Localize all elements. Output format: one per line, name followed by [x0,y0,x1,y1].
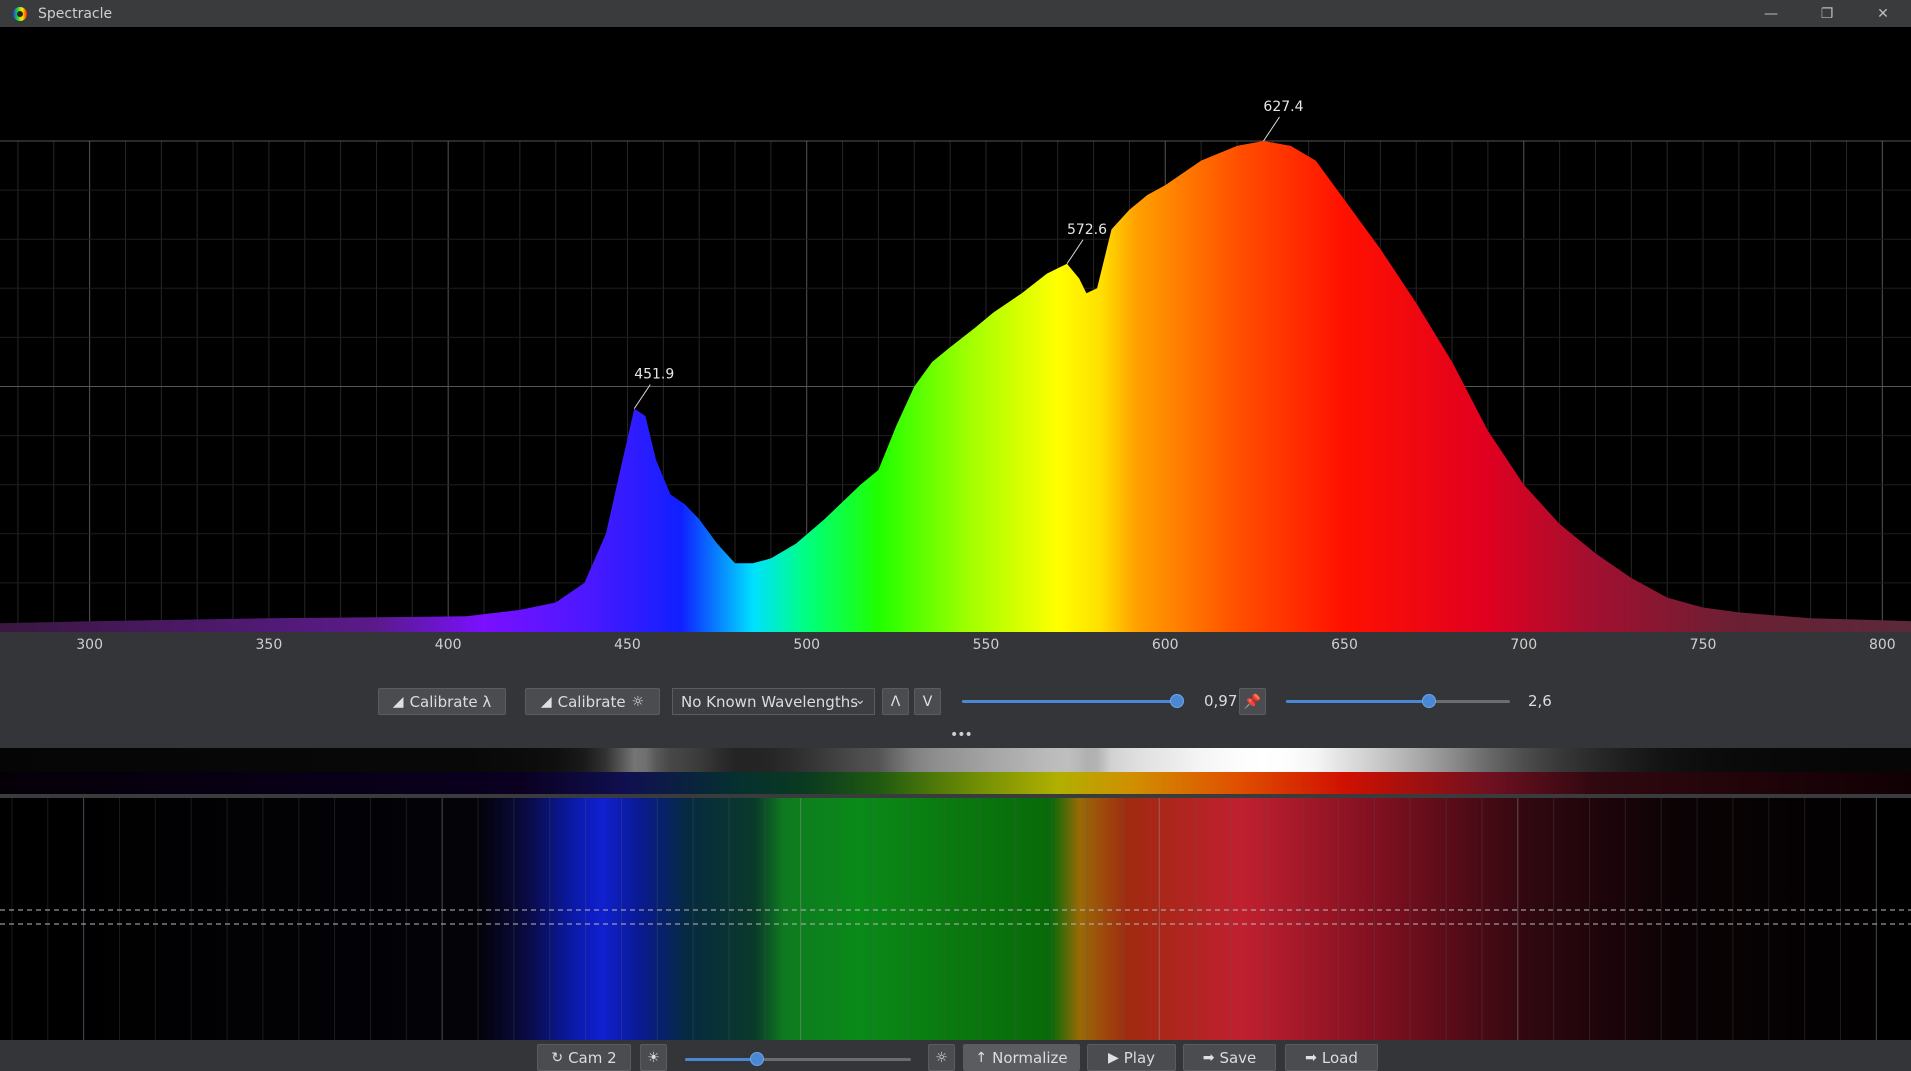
minimize-icon[interactable]: — [1743,0,1799,27]
ruler-icon: ◢ [540,693,552,710]
x-tick-label: 800 [1868,637,1896,653]
bottom-toolbar [0,1040,1911,1071]
sun-icon: ☼ [631,693,645,710]
exposure-high-button[interactable]: ☼ [928,1044,955,1071]
normalize-label: Normalize [992,1048,1068,1067]
exposure-low-button[interactable]: ☀ [640,1044,667,1071]
peak-threshold-slider[interactable] [962,694,1185,708]
gamma-slider[interactable] [1286,694,1510,708]
slider-handle[interactable] [1422,694,1437,708]
slider-fill [685,1058,758,1061]
play-button[interactable]: ▶ Play [1087,1044,1176,1071]
pin-button[interactable]: 📌 [1239,688,1266,715]
x-tick-label: 700 [1510,637,1538,653]
save-button[interactable]: ➡ Save [1183,1044,1276,1071]
restore-icon[interactable]: ❐ [1799,0,1855,27]
camera-label: Cam 2 [568,1048,617,1067]
slider-fill [962,700,1178,703]
save-icon: ➡ [1202,1049,1215,1066]
load-icon: ➡ [1305,1049,1317,1066]
x-tick-label: 400 [434,637,462,653]
peak-threshold-value: 0,97 [1204,692,1238,710]
known-wavelengths-value: No Known Wavelengths [681,692,859,711]
sun-large-icon: ☼ [935,1049,948,1066]
refresh-icon: ↻ [551,1049,564,1066]
title-bar: Spectracle — ❐ ✕ [0,0,1911,27]
camera-view[interactable] [0,798,1911,1040]
slider-handle[interactable] [1170,694,1185,708]
x-tick-label: 500 [793,637,821,653]
x-tick-label: 750 [1689,637,1717,653]
calibrate-intensity-button[interactable]: ◢ Calibrate ☼ [525,688,660,715]
x-tick-label: 450 [614,637,641,653]
x-tick-label: 350 [255,637,283,653]
peak-label: 572.6 [1067,222,1107,238]
calibrate-intensity-label: Calibrate [557,692,626,711]
peak-up-button[interactable]: Λ [882,688,909,715]
play-label: Play [1123,1048,1156,1067]
gamma-value: 2,6 [1528,692,1552,710]
camera-switch-button[interactable]: ↻ Cam 2 [537,1044,631,1071]
peak-down-button[interactable]: V [914,688,941,715]
save-label: Save [1219,1048,1257,1067]
exposure-slider[interactable] [685,1052,911,1066]
sun-small-icon: ☀ [647,1049,660,1066]
calibrate-wavelength-label: Calibrate λ [409,692,492,711]
normalize-button[interactable]: ↑ Normalize [963,1044,1080,1071]
intensity-strip [0,748,1911,772]
window-title: Spectracle [38,5,113,22]
chevron-down-icon: V [922,693,933,710]
x-tick-label: 650 [1331,637,1358,653]
close-icon[interactable]: ✕ [1855,0,1911,27]
known-wavelengths-select[interactable]: No Known Wavelengths ⌄ [672,688,875,715]
slider-handle[interactable] [750,1052,765,1066]
chevron-up-icon: Λ [890,693,901,710]
peak-label: 627.4 [1263,99,1303,115]
pin-icon: 📌 [1243,693,1262,710]
spectracle-logo-icon [13,6,27,21]
x-tick-label: 600 [1151,637,1179,653]
x-axis [0,632,1911,662]
x-tick-label: 550 [972,637,1000,653]
play-icon: ▶ [1107,1049,1119,1066]
splitter-handle-icon[interactable]: ••• [950,727,973,743]
x-tick-label: 300 [76,637,103,653]
load-label: Load [1321,1048,1358,1067]
spectrum-graph[interactable]: 451.9 572.6 627.4 [0,27,1911,632]
load-button[interactable]: ➡ Load [1285,1044,1378,1071]
color-strip [0,772,1911,794]
slider-fill [1286,700,1430,703]
ruler-icon: ◢ [392,693,404,710]
normalize-icon: ↑ [975,1049,988,1066]
peak-label: 451.9 [634,367,674,383]
calibrate-wavelength-button[interactable]: ◢ Calibrate λ [378,688,506,715]
chevron-down-icon: ⌄ [854,692,866,708]
